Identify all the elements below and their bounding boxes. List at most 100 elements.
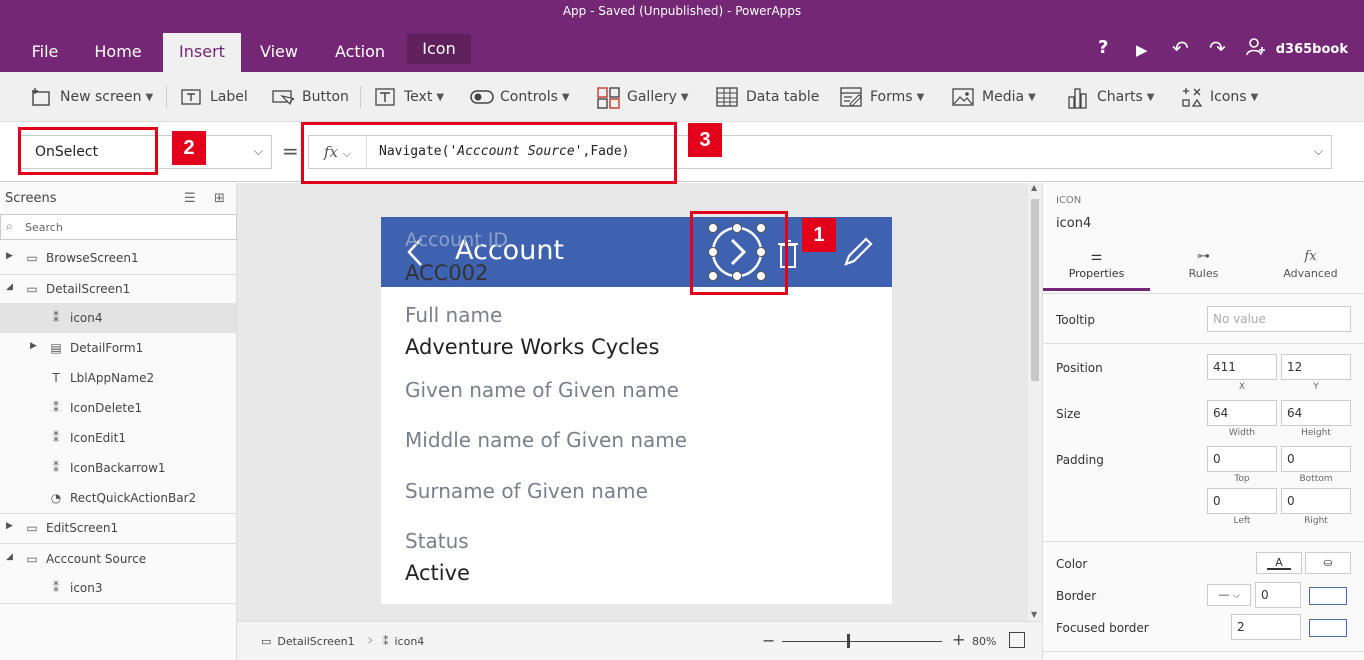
focused-border-input[interactable]: 2 xyxy=(1231,614,1301,640)
panel-divider xyxy=(1043,293,1364,294)
text-button[interactable]: Text ▼ xyxy=(374,84,444,110)
breadcrumb-control[interactable]: ⁑ icon4 xyxy=(383,635,424,648)
button-button[interactable]: Button xyxy=(272,84,349,110)
screen-icon: ▭ xyxy=(26,521,38,535)
padding-right-input[interactable]: 0 xyxy=(1281,488,1351,514)
control-name[interactable]: icon4 xyxy=(1056,216,1091,231)
data-table-button[interactable]: Data table xyxy=(716,84,819,110)
new-screen-button[interactable]: New screen ▼ xyxy=(30,84,153,110)
data-table-label: Data table xyxy=(746,89,820,105)
tree-item-browsescreen1[interactable]: ▶ ▭ BrowseScreen1 xyxy=(0,243,236,273)
border-style-dropdown[interactable]: — ⌵ xyxy=(1207,584,1251,606)
tree-item-lblappname2[interactable]: T LblAppName2 xyxy=(0,363,236,393)
scroll-down-icon[interactable]: ▼ xyxy=(1031,610,1037,619)
table-icon xyxy=(716,87,738,107)
account-id-value: ACC002 xyxy=(405,261,489,285)
expand-arrow-icon[interactable]: ▶ xyxy=(6,521,13,531)
tree-search-input[interactable]: ⌕ Search xyxy=(0,214,237,240)
tree-item-iconedit1[interactable]: ⁑ IconEdit1 xyxy=(0,423,236,453)
breadcrumb-screen[interactable]: ▭ DetailScreen1 xyxy=(261,635,355,648)
label-icon: T xyxy=(52,371,60,385)
fill-color-button[interactable]: ⛀ xyxy=(1305,552,1351,574)
tree-item-detailscreen1[interactable]: ◢ ▭ DetailScreen1 xyxy=(0,274,236,304)
tree-item-rectquickactionbar2[interactable]: ◔ RectQuickActionBar2 xyxy=(0,483,236,513)
focused-border-color-swatch[interactable] xyxy=(1309,619,1347,637)
canvas-scrollbar[interactable]: ▲ ▼ xyxy=(1028,183,1042,621)
x-caption: X xyxy=(1238,382,1246,392)
new-screen-label: New screen xyxy=(60,89,142,105)
zoom-slider[interactable] xyxy=(782,641,942,642)
position-y-input[interactable]: 12 xyxy=(1281,354,1351,380)
tooltip-input[interactable]: No value xyxy=(1207,306,1351,332)
tree-item-label: LblAppName2 xyxy=(70,371,155,385)
tab-action[interactable]: Action xyxy=(322,33,398,72)
zoom-in-icon[interactable]: + xyxy=(952,630,965,649)
icons-button[interactable]: Icons ▼ xyxy=(1180,84,1258,110)
size-width-input[interactable]: 64 xyxy=(1207,400,1277,426)
callout-box-icon xyxy=(690,211,788,295)
tab-icon[interactable]: Icon xyxy=(407,34,471,64)
tree-item-icondelete1[interactable]: ⁑ IconDelete1 xyxy=(0,393,236,423)
padding-left-input[interactable]: 0 xyxy=(1207,488,1277,514)
height-caption: Height xyxy=(1301,428,1331,438)
app-screen-preview[interactable]: Account Account ID ACC002 Full name Adve… xyxy=(381,217,892,604)
help-icon[interactable]: ? xyxy=(1098,38,1108,58)
expand-formula-icon[interactable]: ⌵ xyxy=(1314,144,1323,159)
text-color-button[interactable]: A xyxy=(1256,552,1302,574)
label-button[interactable]: Label xyxy=(180,84,248,110)
toggle-icon xyxy=(470,87,494,107)
tree-item-icon4[interactable]: ⁑ icon4 xyxy=(0,303,236,333)
tab-insert[interactable]: Insert xyxy=(163,33,241,72)
chevron-down-icon: ▼ xyxy=(680,91,689,103)
expand-arrow-icon[interactable]: ▶ xyxy=(30,341,37,351)
fit-to-window-icon[interactable] xyxy=(1009,632,1025,648)
chevron-down-icon: ⌵ xyxy=(253,144,263,158)
color-underline xyxy=(1267,568,1291,570)
scrollbar-thumb[interactable] xyxy=(1031,199,1039,381)
size-height-input[interactable]: 64 xyxy=(1281,400,1351,426)
tab-file[interactable]: File xyxy=(20,33,70,72)
chevron-down-icon: ▼ xyxy=(145,91,154,103)
tree-item-iconbackarrow1[interactable]: ⁑ IconBackarrow1 xyxy=(0,453,236,483)
edit-pencil-icon[interactable] xyxy=(841,235,875,272)
zoom-out-icon[interactable]: − xyxy=(762,631,775,650)
expand-arrow-icon[interactable]: ▶ xyxy=(6,251,13,261)
tree-item-acccount-source[interactable]: ◢ ▭ Acccount Source xyxy=(0,544,236,574)
user-icon[interactable] xyxy=(1246,37,1266,62)
charts-button[interactable]: Charts ▼ xyxy=(1067,84,1154,110)
tab-properties[interactable]: ⚌ Properties xyxy=(1043,245,1150,291)
list-view-icon[interactable]: ☰ xyxy=(184,191,196,206)
tree-item-icon3[interactable]: ⁑ icon3 xyxy=(0,573,236,603)
zoom-slider-thumb[interactable] xyxy=(847,634,850,648)
tab-home[interactable]: Home xyxy=(82,33,154,72)
undo-icon[interactable]: ↶ xyxy=(1172,38,1189,58)
controls-button[interactable]: Controls ▼ xyxy=(470,84,570,110)
tree-item-detailform1[interactable]: ▶ ▤ DetailForm1 xyxy=(0,333,236,363)
tab-view[interactable]: View xyxy=(250,33,308,72)
user-name[interactable]: d365book xyxy=(1276,42,1348,57)
collapse-arrow-icon[interactable]: ◢ xyxy=(6,552,13,562)
scroll-up-icon[interactable]: ▲ xyxy=(1031,183,1037,192)
status-label: Status xyxy=(405,529,469,553)
gallery-button[interactable]: Gallery ▼ xyxy=(597,84,689,110)
position-x-input[interactable]: 411 xyxy=(1207,354,1277,380)
collapse-arrow-icon[interactable]: ◢ xyxy=(6,282,13,292)
media-button[interactable]: Media ▼ xyxy=(952,84,1036,110)
tree-divider xyxy=(0,603,236,604)
grid-view-icon[interactable]: ⊞ xyxy=(214,191,225,206)
forms-button[interactable]: Forms ▼ xyxy=(840,84,924,110)
tab-advanced[interactable]: fx Advanced xyxy=(1257,245,1364,291)
tree-item-editscreen1[interactable]: ▶ ▭ EditScreen1 xyxy=(0,513,236,543)
icons-label: Icons xyxy=(1210,89,1247,105)
border-color-swatch[interactable] xyxy=(1309,587,1347,605)
tab-rules[interactable]: ⊶ Rules xyxy=(1150,245,1257,291)
color-label: Color xyxy=(1056,557,1088,571)
padding-bottom-input[interactable]: 0 xyxy=(1281,446,1351,472)
focused-border-label: Focused border xyxy=(1056,621,1149,635)
play-icon[interactable]: ▶ xyxy=(1136,40,1148,60)
border-width-input[interactable]: 0 xyxy=(1255,582,1301,608)
icon-control-icon: ⁑ xyxy=(53,581,59,595)
padding-top-input[interactable]: 0 xyxy=(1207,446,1277,472)
chevron-down-icon: ▼ xyxy=(916,91,925,103)
redo-icon[interactable]: ↷ xyxy=(1209,38,1226,58)
